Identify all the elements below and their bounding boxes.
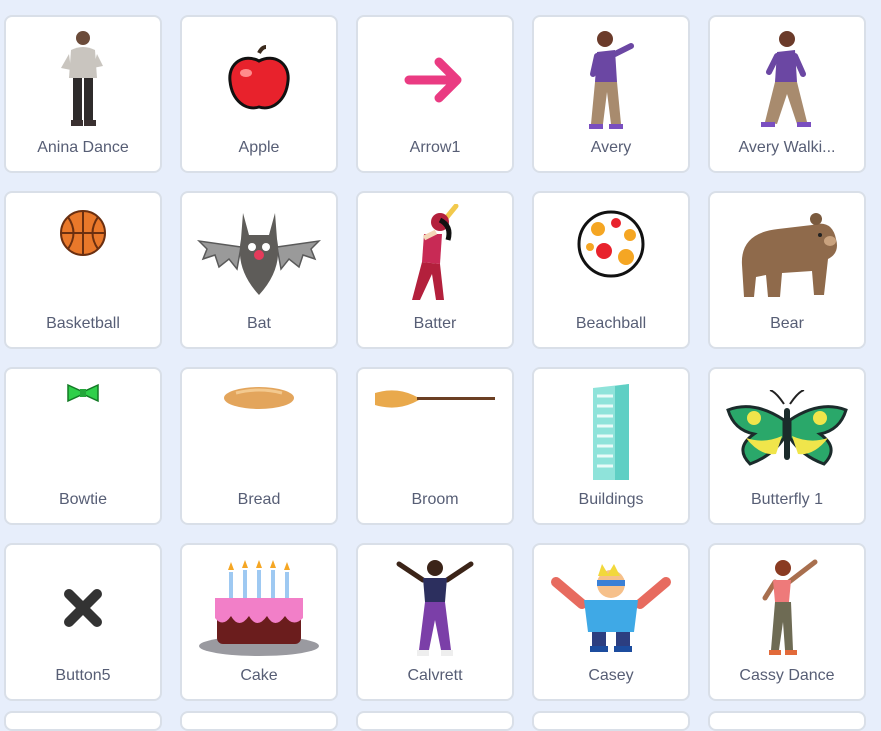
sprite-tile-partial[interactable] bbox=[532, 711, 690, 731]
sprite-name: Cake bbox=[240, 667, 278, 684]
bat-icon bbox=[182, 201, 336, 311]
avery-walking-icon bbox=[710, 25, 864, 135]
sprite-library-grid: Anina Dance Apple Arrow1 Avery Avery Wal… bbox=[4, 15, 866, 701]
button-x-icon bbox=[6, 553, 160, 663]
sprite-tile-beachball[interactable]: Beachball bbox=[532, 191, 690, 349]
sprite-tile-bread[interactable]: Bread bbox=[180, 367, 338, 525]
sprite-tile-bowtie[interactable]: Bowtie bbox=[4, 367, 162, 525]
sprite-tile-bear[interactable]: Bear bbox=[708, 191, 866, 349]
bear-icon bbox=[710, 201, 864, 311]
sprite-tile-anina-dance[interactable]: Anina Dance bbox=[4, 15, 162, 173]
sprite-name: Button5 bbox=[55, 667, 111, 684]
sprite-tile-partial[interactable] bbox=[708, 711, 866, 731]
sprite-tile-apple[interactable]: Apple bbox=[180, 15, 338, 173]
cake-icon bbox=[182, 553, 336, 663]
sprite-tile-cassy-dance[interactable]: Cassy Dance bbox=[708, 543, 866, 701]
sprite-name: Cassy Dance bbox=[739, 667, 835, 684]
sprite-name: Batter bbox=[413, 315, 457, 332]
sprite-tile-partial[interactable] bbox=[180, 711, 338, 731]
sprite-name: Butterfly 1 bbox=[750, 491, 824, 508]
sprite-name: Buildings bbox=[578, 491, 644, 508]
sprite-tile-arrow1[interactable]: Arrow1 bbox=[356, 15, 514, 173]
sprite-name: Casey bbox=[588, 667, 634, 684]
sprite-name: Beachball bbox=[575, 315, 647, 332]
casey-icon bbox=[534, 553, 688, 663]
sprite-name: Calvrett bbox=[407, 667, 463, 684]
arrow-icon bbox=[358, 25, 512, 135]
anina-dance-icon bbox=[6, 25, 160, 135]
avery-icon bbox=[534, 25, 688, 135]
sprite-tile-batter[interactable]: Batter bbox=[356, 191, 514, 349]
bowtie-icon bbox=[6, 377, 160, 487]
sprite-tile-butterfly1[interactable]: Butterfly 1 bbox=[708, 367, 866, 525]
sprite-name: Bat bbox=[246, 315, 271, 332]
sprite-tile-button5[interactable]: Button5 bbox=[4, 543, 162, 701]
sprite-tile-avery-walking[interactable]: Avery Walki... bbox=[708, 15, 866, 173]
sprite-tile-calvrett[interactable]: Calvrett bbox=[356, 543, 514, 701]
sprite-tile-casey[interactable]: Casey bbox=[532, 543, 690, 701]
sprite-tile-partial[interactable] bbox=[356, 711, 514, 731]
sprite-name: Bear bbox=[770, 315, 804, 332]
sprite-name: Apple bbox=[238, 139, 280, 156]
sprite-tile-partial[interactable] bbox=[4, 711, 162, 731]
bread-icon bbox=[182, 377, 336, 487]
sprite-tile-broom[interactable]: Broom bbox=[356, 367, 514, 525]
sprite-name: Arrow1 bbox=[409, 139, 461, 156]
butterfly-icon bbox=[710, 377, 864, 487]
sprite-name: Bowtie bbox=[58, 491, 108, 508]
sprite-name: Avery bbox=[590, 139, 632, 156]
calvrett-icon bbox=[358, 553, 512, 663]
broom-icon bbox=[358, 377, 512, 487]
sprite-tile-buildings[interactable]: Buildings bbox=[532, 367, 690, 525]
batter-icon bbox=[358, 201, 512, 311]
sprite-name: Avery Walki... bbox=[738, 139, 836, 156]
sprite-tile-avery[interactable]: Avery bbox=[532, 15, 690, 173]
sprite-tile-bat[interactable]: Bat bbox=[180, 191, 338, 349]
buildings-icon bbox=[534, 377, 688, 487]
sprite-tile-cake[interactable]: Cake bbox=[180, 543, 338, 701]
sprite-name: Anina Dance bbox=[37, 139, 129, 156]
apple-icon bbox=[182, 25, 336, 135]
sprite-name: Basketball bbox=[46, 315, 120, 332]
basketball-icon bbox=[6, 201, 160, 311]
cassy-dance-icon bbox=[710, 553, 864, 663]
sprite-name: Bread bbox=[237, 491, 281, 508]
beachball-icon bbox=[534, 201, 688, 311]
sprite-name: Broom bbox=[411, 491, 459, 508]
sprite-tile-basketball[interactable]: Basketball bbox=[4, 191, 162, 349]
